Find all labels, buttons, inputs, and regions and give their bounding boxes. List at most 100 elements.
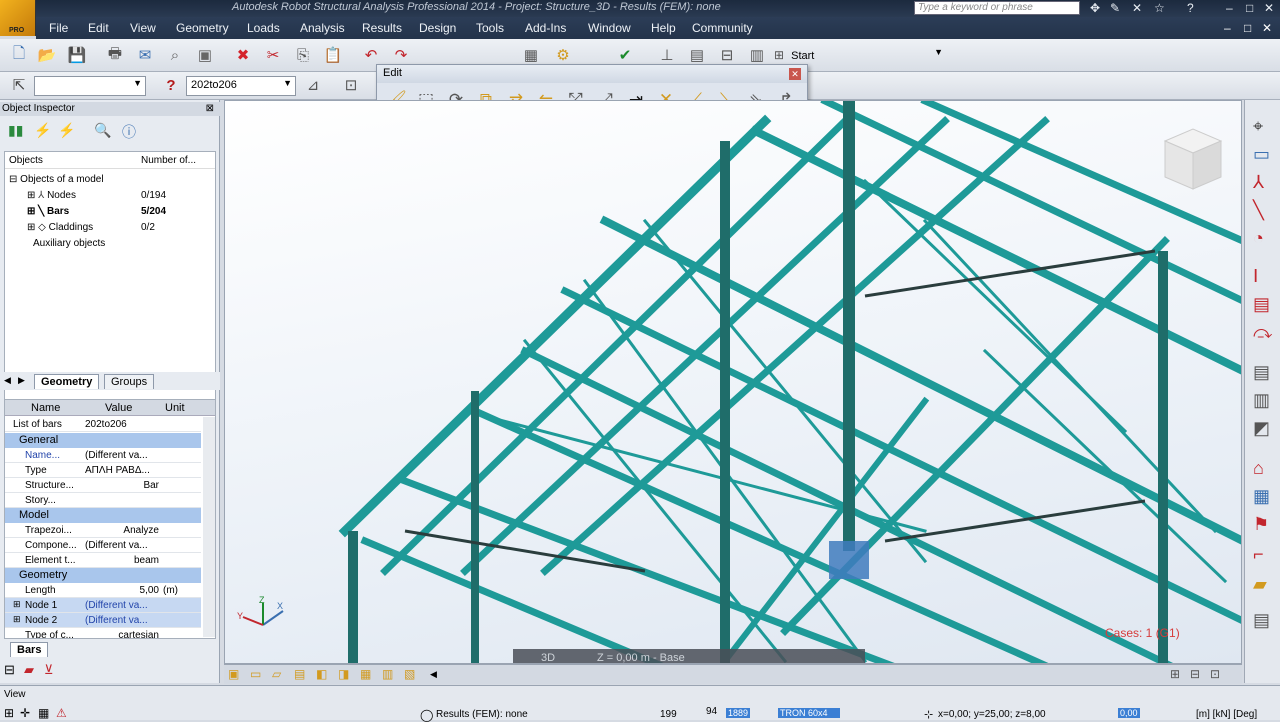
selection-filter-icon[interactable]: ⊿ bbox=[302, 74, 324, 96]
structure-model-drawing[interactable]: X Y Z Cases: 1 (G1) 3D Z = 0,00 m - Base bbox=[225, 101, 1242, 664]
view-3d-icon[interactable]: ▣ bbox=[228, 667, 239, 681]
bar-properties-icon[interactable]: ⊟ bbox=[4, 662, 15, 678]
menu-loads[interactable]: Loads bbox=[247, 21, 280, 35]
snap-icon[interactable]: ✛ bbox=[20, 706, 30, 720]
calculator-icon[interactable]: ▦ bbox=[520, 44, 542, 66]
layout-icon[interactable]: ▥ bbox=[746, 44, 768, 66]
menu-window[interactable]: Window bbox=[588, 21, 631, 35]
error-icon[interactable]: ⚠ bbox=[56, 706, 67, 720]
group-general[interactable]: General bbox=[5, 433, 201, 448]
menu-community[interactable]: Community bbox=[692, 21, 753, 35]
beam-section-icon[interactable]: Ⅰ bbox=[1253, 266, 1258, 287]
offset-tool-icon[interactable]: ⤼ bbox=[1253, 322, 1272, 343]
app-logo[interactable]: PRO bbox=[0, 0, 36, 36]
grid-icon[interactable]: ⊞ bbox=[4, 706, 14, 720]
cut-icon[interactable]: ✂ bbox=[262, 44, 284, 66]
bar-filter-icon[interactable]: ⊻ bbox=[44, 662, 54, 678]
tables-icon[interactable]: ▤ bbox=[686, 44, 708, 66]
menu-results[interactable]: Results bbox=[362, 21, 402, 35]
tab-geometry[interactable]: Geometry bbox=[34, 374, 100, 389]
redo-icon[interactable]: ↷ bbox=[390, 44, 412, 66]
view-layout-combo[interactable]: ⊞ Start ▼ bbox=[770, 46, 946, 66]
tools-icon[interactable]: ✎ bbox=[1110, 1, 1120, 15]
model-stiffness-icon[interactable]: ⊥ bbox=[656, 44, 678, 66]
prop-row[interactable]: Trapezoi... Analyze bbox=[5, 523, 201, 538]
paste-icon[interactable]: 📋 bbox=[322, 44, 344, 66]
prop-row[interactable]: Type ΑΠΛΗ ΡΑΒΔ... bbox=[5, 463, 201, 478]
info-icon[interactable]: ⓘ bbox=[122, 122, 136, 142]
bar-sections-icon[interactable]: ▰ bbox=[24, 662, 34, 678]
tab-scroll-right-icon[interactable]: ▶ bbox=[18, 375, 25, 386]
material-icon[interactable]: ▤ bbox=[1253, 294, 1270, 315]
delete-icon[interactable]: ✖ bbox=[232, 44, 254, 66]
tree-icon[interactable]: ▮▮ bbox=[8, 122, 23, 139]
support-tool-icon[interactable]: ⅄ bbox=[1253, 172, 1264, 193]
print-tool-icon[interactable]: ▤ bbox=[1253, 610, 1270, 631]
restore-icon[interactable]: □ bbox=[1246, 1, 1253, 15]
pan-icon[interactable]: ⊟ bbox=[1190, 667, 1200, 681]
section-badge[interactable]: TRON 60x4 bbox=[778, 708, 840, 718]
table-tool-icon[interactable]: ▦ bbox=[1253, 486, 1270, 507]
calc-tool-icon[interactable]: ⚑ bbox=[1253, 514, 1269, 535]
loads-icon[interactable]: ▧ bbox=[404, 667, 415, 681]
tab-groups[interactable]: Groups bbox=[104, 374, 155, 389]
load-case-icon[interactable]: ▥ bbox=[1253, 390, 1270, 411]
table-icon[interactable]: ▦ bbox=[38, 706, 49, 720]
nodes-icon[interactable]: ▦ bbox=[360, 667, 371, 681]
prop-row[interactable]: ⊞ Node 1 (Different va... bbox=[5, 598, 201, 613]
doc-close-icon[interactable]: ✕ bbox=[1262, 21, 1272, 35]
prop-row-list-of-bars[interactable]: List of bars 202to206 bbox=[5, 417, 201, 432]
tree-item-claddings[interactable]: ⊞ ◇ Claddings 0/2 bbox=[27, 222, 207, 233]
properties-scrollbar[interactable] bbox=[203, 417, 215, 637]
view-cube-icon[interactable] bbox=[1163, 128, 1223, 190]
diagram-tool-icon[interactable]: ⌐ bbox=[1253, 544, 1264, 565]
prop-row[interactable]: Length 5,00 (m) bbox=[5, 583, 201, 598]
view-xy-icon[interactable]: ▤ bbox=[294, 667, 305, 681]
view-mode-label[interactable]: 3D bbox=[541, 652, 555, 664]
group-geometry[interactable]: Geometry bbox=[5, 568, 201, 583]
menu-design[interactable]: Design bbox=[419, 21, 456, 35]
print-icon[interactable]: 🖶 bbox=[104, 44, 126, 66]
prop-row[interactable]: Name... (Different va... bbox=[5, 448, 201, 463]
prop-row[interactable]: Story... bbox=[5, 493, 201, 508]
sections-icon[interactable]: ◨ bbox=[338, 667, 349, 681]
copy-icon[interactable]: ⎘ bbox=[292, 44, 314, 66]
undo-icon[interactable]: ↶ bbox=[360, 44, 382, 66]
bar-selection-input[interactable]: 202to206 ▼ bbox=[186, 76, 296, 96]
minimize-icon[interactable]: – bbox=[1226, 1, 1233, 15]
open-icon[interactable]: 📂 bbox=[36, 44, 58, 66]
zoom-window-icon[interactable]: ⊡ bbox=[340, 74, 362, 96]
expand-icon[interactable]: ⊞ bbox=[13, 614, 21, 625]
favorites-star-icon[interactable]: ☆ bbox=[1154, 1, 1165, 15]
expand-icon[interactable]: ⊞ bbox=[13, 599, 21, 610]
level-label[interactable]: Z = 0,00 m - Base bbox=[597, 652, 685, 664]
view-xz-icon[interactable]: ▭ bbox=[250, 667, 261, 681]
menu-addins[interactable]: Add-Ins bbox=[525, 21, 566, 35]
window-zoom-icon[interactable]: ⊡ bbox=[1210, 667, 1220, 681]
filter-icon[interactable]: ⚡ bbox=[34, 122, 51, 139]
zoom-all-icon[interactable]: ⊞ bbox=[1170, 667, 1180, 681]
nodes-tool-icon[interactable]: ⌖ bbox=[1253, 116, 1263, 137]
close-icon[interactable]: ✕ bbox=[789, 68, 801, 80]
help-icon[interactable]: ? bbox=[1187, 1, 1194, 15]
save-icon[interactable]: 💾 bbox=[66, 44, 88, 66]
exchange-icon[interactable]: ✕ bbox=[1132, 1, 1142, 15]
model-viewport-3d[interactable]: X Y Z Cases: 1 (G1) 3D Z = 0,00 m - Base bbox=[224, 100, 1242, 664]
close-icon[interactable]: ⊠ bbox=[206, 102, 214, 116]
selected-node-marker[interactable] bbox=[829, 541, 869, 579]
menu-view[interactable]: View bbox=[130, 21, 156, 35]
report-tool-icon[interactable]: ▰ bbox=[1253, 574, 1267, 595]
group-model[interactable]: Model bbox=[5, 508, 201, 523]
menu-tools[interactable]: Tools bbox=[476, 21, 504, 35]
tab-scroll-left-icon[interactable]: ◀ bbox=[4, 375, 11, 386]
bar-tool-icon[interactable]: ╲ bbox=[1253, 200, 1264, 221]
menu-analysis[interactable]: Analysis bbox=[300, 21, 345, 35]
tree-item-objects-of-model[interactable]: ⊟ Objects of a model bbox=[9, 174, 104, 185]
tree-item-auxiliary[interactable]: Auxiliary objects bbox=[33, 238, 105, 249]
calc-settings-icon[interactable]: ⚙ bbox=[552, 44, 574, 66]
view-yz-icon[interactable]: ▱ bbox=[272, 667, 281, 681]
menu-help[interactable]: Help bbox=[651, 21, 676, 35]
structure-tool-icon[interactable]: ⌂ bbox=[1253, 458, 1264, 479]
search-icon[interactable]: 🔍 bbox=[94, 122, 111, 139]
binoculars-icon[interactable]: ✥ bbox=[1090, 1, 1100, 15]
